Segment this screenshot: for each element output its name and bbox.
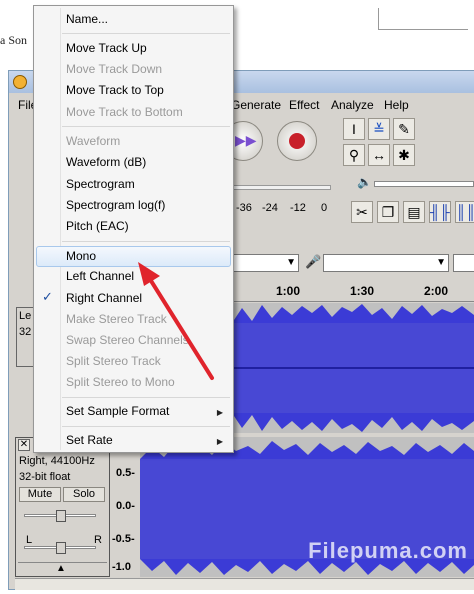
arrow-shaft (146, 274, 214, 380)
annotation-arrow (138, 262, 214, 380)
arrow-head (138, 262, 160, 286)
